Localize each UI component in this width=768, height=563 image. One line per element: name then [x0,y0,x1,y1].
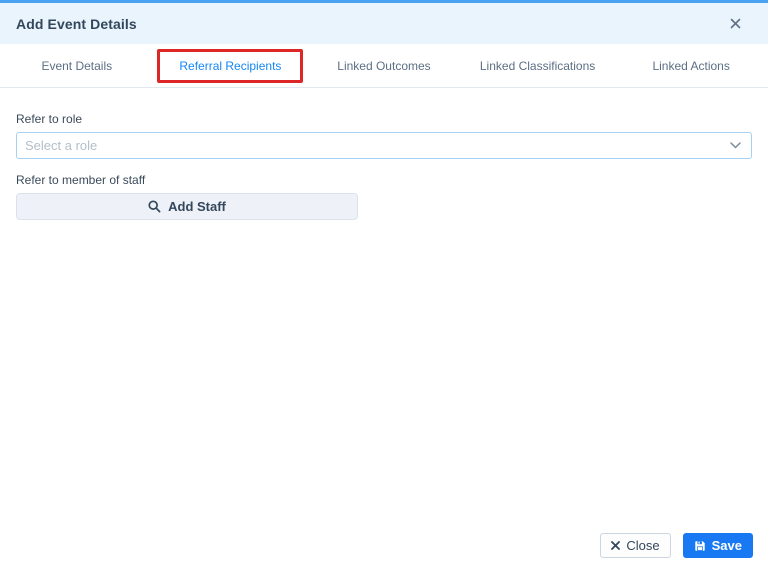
role-select-placeholder: Select a role [25,138,98,153]
x-icon [611,541,621,550]
add-staff-button-label: Add Staff [168,199,226,214]
tab-label: Linked Actions [652,58,730,73]
modal-body: Refer to role Select a role Refer to mem… [0,88,768,533]
tab-label: Linked Classifications [479,58,596,73]
tab-linked-classifications[interactable]: Linked Classifications [461,44,615,87]
close-button[interactable]: Close [600,533,671,558]
save-button-label: Save [711,538,742,553]
close-button-label: Close [626,538,660,553]
chevron-down-icon [730,142,741,149]
tab-event-details[interactable]: Event Details [0,44,154,87]
tab-linked-actions[interactable]: Linked Actions [614,44,768,87]
save-floppy-icon [694,540,706,552]
close-icon[interactable] [724,13,746,35]
refer-to-staff-label: Refer to member of staff [16,173,146,187]
modal-footer: Close Save [0,533,768,563]
tab-referral-recipients[interactable]: Referral Recipients [154,44,308,87]
tab-bar: Event Details Referral Recipients Linked… [0,44,768,88]
role-select[interactable]: Select a role [16,132,752,159]
add-staff-button[interactable]: Add Staff [16,193,358,220]
modal-header: Add Event Details [0,3,768,44]
search-icon [148,200,161,213]
modal-title: Add Event Details [16,15,137,32]
save-button[interactable]: Save [682,533,753,558]
tab-label-annotated: Referral Recipients [157,48,304,83]
tab-label: Linked Outcomes [337,58,431,73]
tab-linked-outcomes[interactable]: Linked Outcomes [307,44,461,87]
add-event-details-modal: Add Event Details Event Details Referral… [0,0,768,563]
tab-label: Event Details [41,58,113,73]
refer-to-role-label: Refer to role [16,112,83,126]
